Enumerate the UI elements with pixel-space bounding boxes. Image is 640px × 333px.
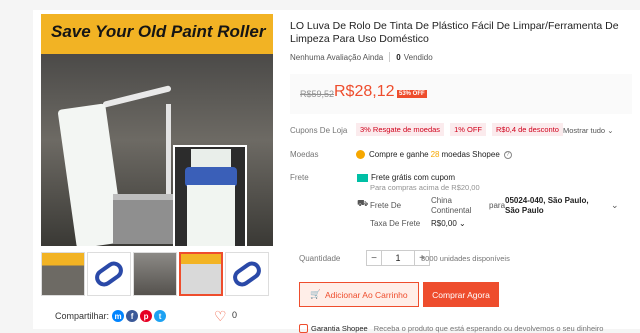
roller-handle [102, 85, 172, 108]
help-icon[interactable]: ? [503, 150, 512, 159]
thumbnail-4[interactable] [179, 252, 223, 296]
free-shipping: Frete grátis com cupom [357, 173, 455, 182]
free-shipping-icon [357, 173, 368, 182]
ship-para: para [489, 201, 506, 210]
add-to-cart-button[interactable]: 🛒 Adicionar Ao Carrinho [299, 282, 419, 307]
current-price: R$28,12 [334, 83, 395, 100]
coupon-chip[interactable]: 3% Resgate de moedas [356, 123, 445, 136]
roller-scene-image [41, 54, 273, 246]
sold-label: Vendido [403, 52, 433, 62]
coins-amount: 28 [430, 150, 440, 159]
inset-tube [187, 185, 235, 246]
thumbnail-3[interactable] [133, 252, 177, 296]
inset-image [173, 145, 247, 246]
heart-icon[interactable]: ♡ [214, 308, 227, 325]
shipping-label: Frete [290, 173, 309, 182]
decrease-quantity-button[interactable]: − [366, 250, 382, 266]
thumbnail-2[interactable] [87, 252, 131, 296]
image-banner: Save Your Old Paint Roller [41, 14, 273, 54]
pinterest-icon[interactable]: p [140, 310, 153, 322]
shipping-fee-label: Taxa De Frete [370, 219, 421, 228]
chevron-down-icon[interactable]: ⌄ [611, 200, 619, 211]
twitter-icon[interactable]: t [154, 310, 167, 322]
discount-badge: 53% OFF [397, 90, 427, 98]
shipping-fee-amount: R$0,00 [431, 219, 457, 228]
coins-text-after: moedas Shopee [441, 150, 500, 159]
coupons-label: Cupons De Loja [290, 126, 348, 135]
thumbnail-1[interactable] [41, 252, 85, 296]
cart-icon: 🛒 [310, 289, 321, 299]
truck-icon: ⛟ [357, 198, 369, 208]
messenger-icon[interactable]: m [112, 310, 125, 322]
like-count: 0 [232, 310, 238, 320]
show-all-label: Mostrar tudo [563, 126, 606, 135]
coins-info: Compre e ganhe 28 moedas Shopee ? [356, 150, 512, 159]
share-label: Compartilhar: [55, 311, 110, 321]
facebook-icon[interactable]: f [126, 310, 139, 322]
chevron-down-icon[interactable]: ⌄ [459, 219, 466, 228]
roller-glove-icon [229, 258, 265, 290]
rating-text[interactable]: Nenhuma Avaliação Ainda [290, 53, 383, 62]
divider [389, 52, 391, 62]
product-meta: Nenhuma Avaliação Ainda 0 Vendido [290, 52, 433, 62]
quantity-input[interactable]: 1 [382, 250, 414, 266]
sold-count: 0 [396, 52, 401, 62]
product-title: LO Luva De Rolo De Tinta De Plástico Fác… [290, 20, 619, 45]
ship-from-label: Frete De [370, 201, 402, 210]
coins-text-before: Compre e ganhe [369, 150, 429, 159]
inset-roller [191, 149, 231, 169]
show-all-coupons-link[interactable]: Mostrar tudo ⌄ [563, 126, 614, 135]
banner-text: Save Your Old Paint Roller [51, 22, 266, 41]
share-bar: Compartilhar: m f p t [55, 310, 168, 322]
ship-origin: China Continental [431, 196, 472, 215]
coupon-chip[interactable]: 1% OFF [450, 123, 486, 136]
quantity-label: Quantidade [299, 254, 341, 263]
thumbnail-strip [41, 252, 269, 296]
product-page: Save Your Old Paint Roller Compartilhar:… [33, 10, 640, 333]
stock-available: 3000 unidades disponíveis [421, 254, 510, 263]
buy-now-button[interactable]: Comprar Agora [423, 282, 499, 307]
coin-icon [356, 150, 365, 159]
original-price: R$59,52 [300, 89, 335, 99]
free-shipping-title: Frete grátis com cupom [371, 173, 456, 182]
ship-destination[interactable]: 05024-040, São Paulo, São Paulo [505, 196, 605, 216]
free-shipping-sub: Para compras acima de R$20,00 [370, 183, 480, 192]
coupon-list: 3% Resgate de moedas 1% OFF R$0,4 de des… [356, 123, 563, 136]
price-box: R$59,52 R$28,12 53% OFF [290, 74, 632, 114]
coupon-chip[interactable]: R$0,4 de desconto [491, 123, 563, 136]
coins-label: Moedas [290, 150, 319, 159]
thumbnail-5[interactable] [225, 252, 269, 296]
roller-glove-icon [91, 258, 127, 290]
chevron-down-icon: ⌄ [607, 126, 614, 135]
inset-cap [185, 167, 237, 187]
add-to-cart-label: Adicionar Ao Carrinho [324, 289, 408, 300]
product-main-image[interactable]: Save Your Old Paint Roller [41, 14, 273, 246]
shipping-fee-value: R$0,00 ⌄ [431, 219, 466, 228]
